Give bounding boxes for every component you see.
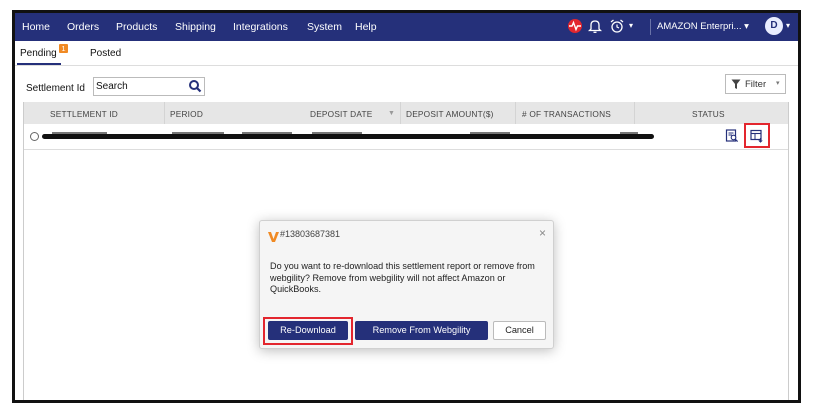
filter-caret-icon: ▾ bbox=[776, 80, 780, 87]
col-deposit-date[interactable]: DEPOSIT DATE bbox=[310, 109, 373, 119]
settlement-id-label: Settlement Id bbox=[26, 83, 85, 94]
report-download-icon[interactable] bbox=[750, 129, 764, 148]
remove-from-webgility-button[interactable]: Remove From Webgility bbox=[355, 321, 488, 340]
close-icon[interactable]: × bbox=[539, 226, 546, 240]
nav-shipping[interactable]: Shipping bbox=[175, 21, 216, 33]
store-selector[interactable]: AMAZON Enterpri... ▾ bbox=[657, 21, 749, 32]
search-icon[interactable] bbox=[188, 79, 202, 98]
nav-orders[interactable]: Orders bbox=[67, 21, 99, 33]
user-menu-caret[interactable]: ▾ bbox=[786, 21, 790, 30]
pending-count-badge: 1 bbox=[59, 44, 68, 53]
settlement-search-box bbox=[93, 77, 205, 96]
dialog-message: Do you want to re-download this settleme… bbox=[270, 261, 535, 294]
nav-help[interactable]: Help bbox=[355, 21, 377, 33]
bell-icon[interactable] bbox=[587, 18, 603, 37]
nav-products[interactable]: Products bbox=[116, 21, 157, 33]
webgility-logo-icon bbox=[268, 229, 279, 247]
col-settlement-id[interactable]: SETTLEMENT ID bbox=[50, 109, 118, 119]
nav-home[interactable]: Home bbox=[22, 21, 50, 33]
filter-funnel-icon bbox=[731, 79, 741, 93]
top-nav: Home Orders Products Shipping Integratio… bbox=[15, 13, 798, 41]
col-separator bbox=[400, 102, 401, 124]
nav-system[interactable]: System bbox=[307, 21, 342, 33]
table-header: SETTLEMENT ID PERIOD DEPOSIT DATE ▼ DEPO… bbox=[24, 102, 788, 124]
sort-desc-icon[interactable]: ▼ bbox=[388, 110, 395, 117]
col-status[interactable]: STATUS bbox=[692, 109, 725, 119]
tab-pending[interactable]: Pending bbox=[20, 48, 57, 59]
search-input[interactable] bbox=[96, 79, 184, 94]
row-select-radio[interactable] bbox=[30, 132, 39, 141]
col-deposit-amount[interactable]: DEPOSIT AMOUNT($) bbox=[406, 109, 494, 119]
col-separator bbox=[515, 102, 516, 124]
col-separator bbox=[634, 102, 635, 124]
filter-label: Filter bbox=[745, 79, 767, 90]
alarm-dropdown-caret[interactable]: ▾ bbox=[629, 21, 633, 30]
dialog-title: #13803687381 bbox=[280, 229, 341, 239]
nav-divider bbox=[650, 19, 651, 35]
cancel-button[interactable]: Cancel bbox=[493, 321, 546, 340]
table-row[interactable] bbox=[24, 123, 788, 150]
filter-button[interactable]: Filter ▾ bbox=[725, 74, 786, 94]
user-avatar[interactable]: D bbox=[765, 17, 783, 35]
active-tab-indicator bbox=[17, 63, 61, 65]
signal-alert-icon[interactable] bbox=[567, 18, 583, 37]
redownload-button[interactable]: Re-Download bbox=[268, 321, 348, 340]
col-separator bbox=[164, 102, 165, 124]
col-transactions[interactable]: # OF TRANSACTIONS bbox=[522, 109, 611, 119]
nav-integrations[interactable]: Integrations bbox=[233, 21, 288, 33]
redownload-dialog: #13803687381 × Do you want to re-downloa… bbox=[259, 220, 554, 349]
report-view-icon[interactable] bbox=[725, 129, 739, 148]
redaction-bar bbox=[42, 134, 654, 139]
alarm-clock-icon[interactable] bbox=[609, 18, 625, 37]
settlement-tabs: Pending 1 Posted bbox=[15, 41, 798, 66]
tab-posted[interactable]: Posted bbox=[90, 48, 121, 59]
app-frame: Home Orders Products Shipping Integratio… bbox=[12, 10, 801, 403]
col-period[interactable]: PERIOD bbox=[170, 109, 203, 119]
